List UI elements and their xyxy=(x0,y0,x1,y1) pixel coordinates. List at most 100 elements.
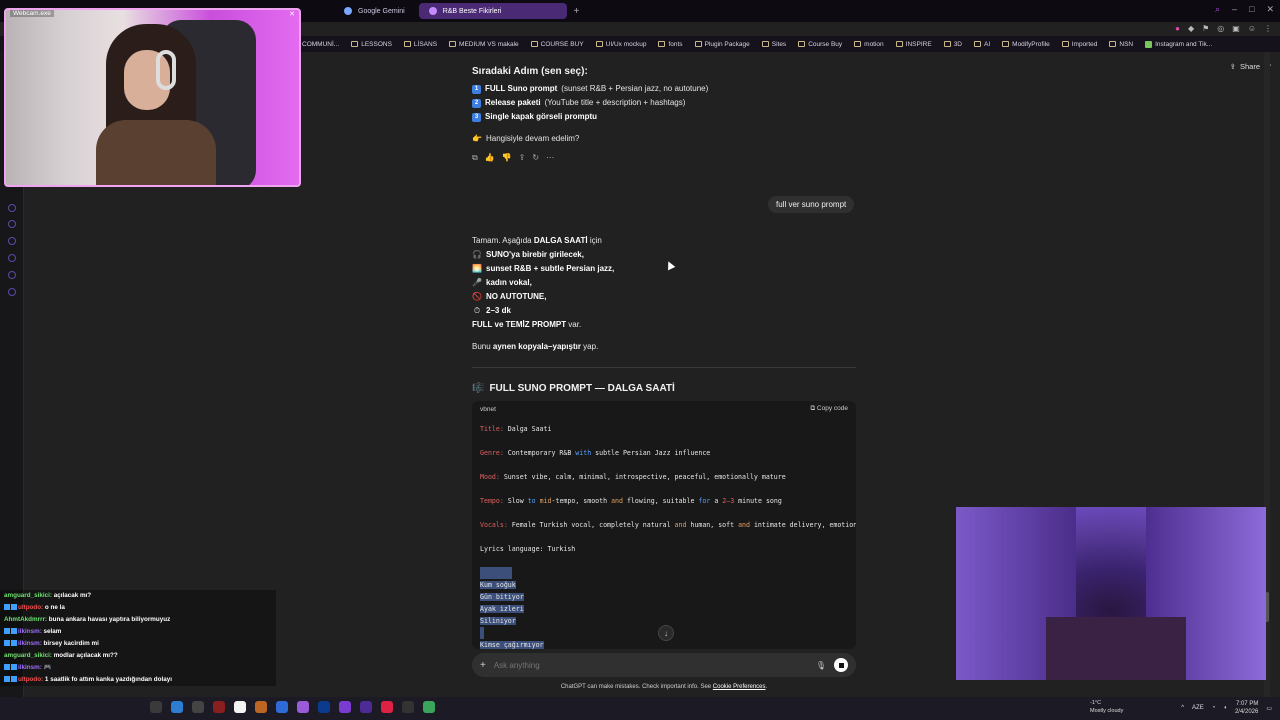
bookmark[interactable]: Plugin Package xyxy=(689,41,756,48)
minimize-icon[interactable]: – xyxy=(1232,4,1237,15)
share-icon[interactable]: ⇪ xyxy=(519,153,526,163)
app-icon[interactable] xyxy=(423,701,435,713)
regenerate-icon[interactable]: ↻ xyxy=(532,153,539,163)
new-tab-button[interactable]: + xyxy=(573,6,579,17)
extension-icon[interactable]: ▣ xyxy=(1232,24,1240,33)
bookmark[interactable]: MEDIUM VS makale xyxy=(443,41,525,48)
copy-icon[interactable]: ⧉ xyxy=(472,153,478,163)
webcam-title: Webcam.exe xyxy=(10,10,54,17)
app-icon[interactable] xyxy=(213,701,225,713)
app-icon[interactable] xyxy=(255,701,267,713)
badge-icon xyxy=(4,628,10,635)
profile-icon[interactable]: ☺ xyxy=(1248,24,1256,33)
list-item: 🚫 NO AUTOTUNE, xyxy=(472,290,856,304)
bookmark[interactable]: INSPIRE xyxy=(890,41,938,48)
bookmark[interactable]: 3D xyxy=(938,41,968,48)
badge-icon xyxy=(11,604,17,611)
bookmark[interactable]: COURSE BUY xyxy=(525,41,590,48)
app-icon[interactable] xyxy=(192,701,204,713)
app-icon[interactable] xyxy=(402,701,414,713)
bookmark[interactable]: Imported xyxy=(1056,41,1104,48)
history-icon[interactable] xyxy=(8,237,16,245)
badge-icon xyxy=(4,604,10,611)
extension-icon[interactable]: ◎ xyxy=(1217,24,1224,33)
response-summary: FULL ve TEMİZ PROMPT var. xyxy=(472,320,582,329)
code-line: Mood: Sunset vibe, calm, minimal, intros… xyxy=(480,473,786,481)
app-icon[interactable] xyxy=(150,701,162,713)
headphones-icon xyxy=(156,50,176,90)
folder-icon xyxy=(974,41,981,47)
followup-question: 👉 Hangisiyle devam edelim? xyxy=(472,132,856,146)
bookmark[interactable]: NSN xyxy=(1103,41,1139,48)
input-language[interactable]: AZE xyxy=(1192,705,1204,711)
chat-icon[interactable] xyxy=(8,271,16,279)
copy-code-button[interactable]: ⧉ Copy code xyxy=(810,405,848,413)
cookie-preferences-link[interactable]: Cookie Preferences xyxy=(713,684,766,690)
thumbs-up-icon[interactable]: 👍 xyxy=(485,153,495,163)
options-list: 1 FULL Suno prompt (sunset R&B + Persian … xyxy=(472,82,856,124)
notifications-icon[interactable]: ▭ xyxy=(1266,705,1272,712)
extension-icon[interactable]: ⚑ xyxy=(1202,24,1209,33)
list-item: 2 Release paketi (YouTube title + descrip… xyxy=(472,96,856,110)
tab-google-gemini[interactable]: Google Gemini xyxy=(334,3,415,19)
weather-widget[interactable]: -1°C Mostly cloudy xyxy=(1090,699,1123,715)
extension-icon[interactable]: ● xyxy=(1175,24,1180,33)
bookmark[interactable]: fonts xyxy=(652,41,688,48)
disclaimer: ChatGPT can make mistakes. Check importa… xyxy=(560,684,768,690)
bookmark[interactable]: COMMUNİ... xyxy=(296,41,345,48)
folder-icon xyxy=(1061,41,1069,47)
heart-icon[interactable] xyxy=(8,220,16,228)
chat-message: ilkinsm: selam xyxy=(0,626,276,638)
app-icon[interactable] xyxy=(339,701,351,713)
maximize-icon[interactable]: □ xyxy=(1249,4,1254,15)
app-icon[interactable] xyxy=(171,701,183,713)
volume-icon[interactable]: ◖ xyxy=(1223,705,1227,711)
app-icon[interactable] xyxy=(318,701,330,713)
scroll-down-button[interactable]: ↓ xyxy=(658,625,674,641)
bookmark[interactable]: Instagram and Tik... xyxy=(1139,40,1218,48)
app-icon[interactable] xyxy=(276,701,288,713)
stop-icon xyxy=(838,662,844,668)
app-icon[interactable] xyxy=(297,701,309,713)
bookmark[interactable]: ModifyProfile xyxy=(996,41,1056,48)
app-icon[interactable] xyxy=(360,701,372,713)
clock[interactable]: 7:07 PM 2/4/2026 xyxy=(1235,700,1258,716)
tab-rnb-beste-fikirleri[interactable]: R&B Beste Fikirleri xyxy=(418,3,568,19)
microphone-icon[interactable]: 🎙 xyxy=(816,661,826,670)
chatgpt-icon xyxy=(428,7,437,15)
extension-icon[interactable]: ◆ xyxy=(1188,24,1194,33)
share-button[interactable]: ⇪ Share xyxy=(1230,62,1260,71)
bookmark[interactable]: AI xyxy=(968,41,996,48)
response-copy-instruction: Bunu aynen kopyala–yapıştır yap. xyxy=(472,342,599,351)
bookmark[interactable]: LESSONS xyxy=(345,41,398,48)
bookmark[interactable]: LİSANS xyxy=(398,41,443,48)
badge-icon xyxy=(11,664,17,671)
more-icon[interactable]: ⋯ xyxy=(546,153,554,163)
code-line: Genre: Contemporary R&B with subtle Pers… xyxy=(480,449,711,457)
chat-message: ultpodo: 1 saatlik fo attım kanka yazdığ… xyxy=(0,674,276,686)
app-icon[interactable] xyxy=(234,701,246,713)
wifi-icon[interactable]: ◔ xyxy=(1212,705,1216,711)
close-icon[interactable]: ✕ xyxy=(1266,4,1274,15)
download-icon[interactable] xyxy=(8,254,16,262)
sunset-icon: 🌅 xyxy=(472,264,482,273)
bookmark[interactable]: UI/Ux mockup xyxy=(590,41,653,48)
thumbs-down-icon[interactable]: 👎 xyxy=(502,153,512,163)
attach-plus-icon[interactable]: + xyxy=(480,660,486,671)
stop-button[interactable] xyxy=(834,658,848,672)
bookmark[interactable]: motion xyxy=(848,41,890,48)
share-icon: ⇪ xyxy=(1229,62,1236,71)
extension-icons: ● ◆ ⚑ ◎ ▣ ☺ ⋮ xyxy=(1175,24,1272,33)
chat-message: ilkinsm: 🎮 xyxy=(0,662,276,674)
chevron-up-icon[interactable]: ^ xyxy=(1181,705,1184,711)
search-tabs-icon[interactable]: ⌕ xyxy=(1215,4,1220,15)
bookmark[interactable]: Sites xyxy=(756,41,792,48)
app-icon[interactable] xyxy=(381,701,393,713)
settings-icon[interactable] xyxy=(8,288,16,296)
prompt-input[interactable] xyxy=(493,660,808,670)
bookmark[interactable]: Course Buy xyxy=(792,41,848,48)
menu-icon[interactable]: ⋮ xyxy=(1264,24,1272,33)
sidebar-icon[interactable] xyxy=(8,204,16,212)
arrow-down-icon: ↓ xyxy=(664,628,668,638)
composer: + 🎙 xyxy=(472,653,856,677)
